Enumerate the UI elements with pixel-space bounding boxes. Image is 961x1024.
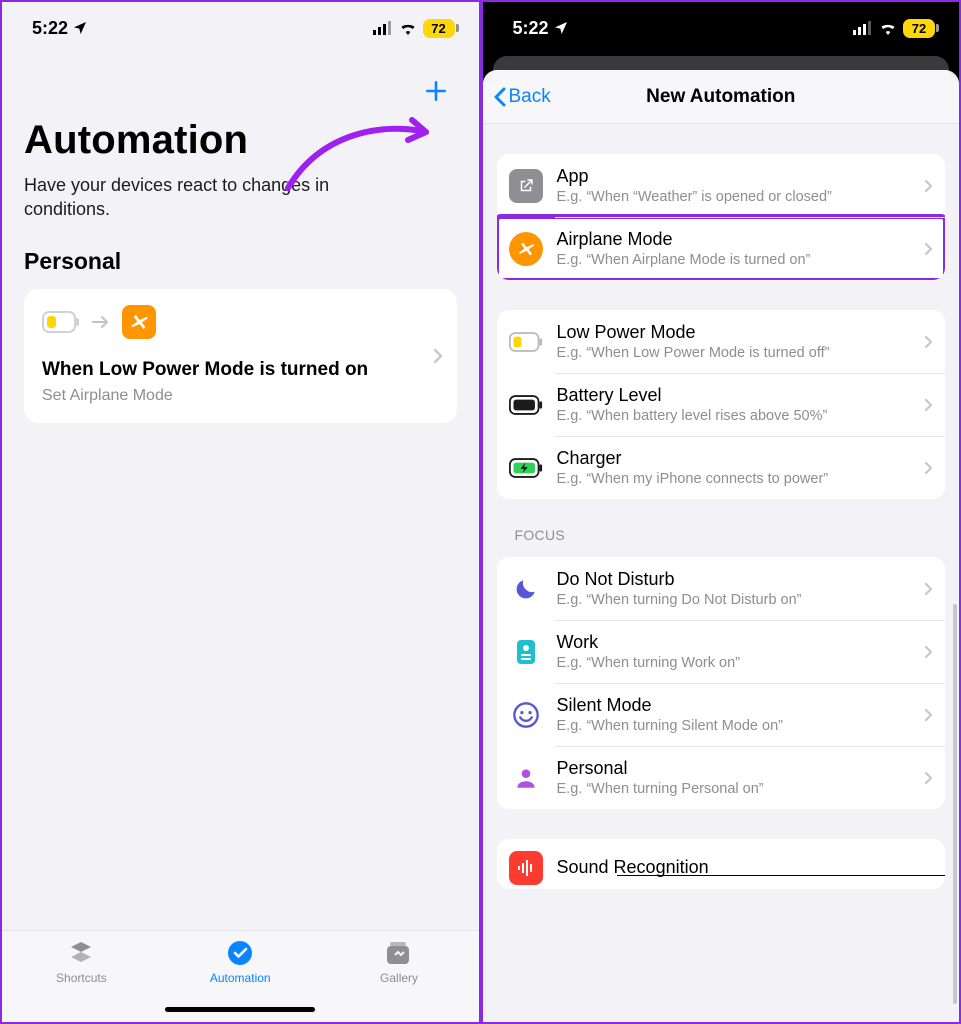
page-title: Automation	[24, 118, 457, 163]
row-subtitle: E.g. “When turning Work on”	[557, 655, 919, 671]
automation-icon	[225, 939, 255, 967]
status-time: 5:22	[32, 18, 68, 39]
sound-icon	[509, 851, 543, 885]
badge-icon	[509, 635, 543, 669]
row-subtitle: E.g. “When turning Silent Mode on”	[557, 718, 919, 734]
smile-icon	[509, 698, 543, 732]
automation-card[interactable]: When Low Power Mode is turned on Set Air…	[24, 289, 457, 423]
row-title: Silent Mode	[557, 695, 919, 716]
row-personal[interactable]: Personal E.g. “When turning Personal on”	[497, 746, 946, 809]
sheet-background-card	[483, 56, 960, 70]
row-dnd[interactable]: Do Not Disturb E.g. “When turning Do Not…	[497, 557, 946, 620]
chevron-right-icon	[924, 335, 933, 349]
section-header-focus: FOCUS	[515, 527, 942, 543]
new-automation-sheet: Back New Automation App E.g. “When “Weat…	[483, 70, 960, 1022]
shortcuts-icon	[66, 939, 96, 967]
row-title: Low Power Mode	[557, 322, 919, 343]
nav-bar: Back New Automation	[483, 70, 960, 124]
screenshot-right: 5:22 72 Back New Automation	[483, 2, 960, 1022]
gallery-icon	[384, 939, 414, 967]
app-icon	[509, 169, 543, 203]
chevron-right-icon	[924, 582, 933, 596]
chevron-right-icon	[924, 708, 933, 722]
status-time: 5:22	[513, 18, 549, 39]
airplane-icon	[122, 305, 156, 339]
wifi-icon	[878, 21, 898, 35]
row-subtitle: E.g. “When “Weather” is opened or closed…	[557, 189, 919, 205]
tab-label: Shortcuts	[56, 971, 107, 985]
chevron-right-icon	[924, 398, 933, 412]
wifi-icon	[398, 21, 418, 35]
row-title: Work	[557, 632, 919, 653]
battery-level-icon	[509, 388, 543, 422]
group-battery: Low Power Mode E.g. “When Low Power Mode…	[497, 310, 946, 499]
location-icon	[72, 20, 88, 36]
status-bar: 5:22 72	[2, 2, 479, 56]
row-work[interactable]: Work E.g. “When turning Work on”	[497, 620, 946, 683]
tab-label: Gallery	[380, 971, 418, 985]
chevron-right-icon	[924, 179, 933, 193]
tab-automation[interactable]: Automation	[180, 939, 300, 985]
tab-label: Automation	[210, 971, 271, 985]
cellular-icon	[373, 21, 393, 35]
automation-card-title: When Low Power Mode is turned on	[42, 359, 441, 381]
row-title: Personal	[557, 758, 919, 779]
automation-card-subtitle: Set Airplane Mode	[42, 387, 441, 405]
row-charger[interactable]: Charger E.g. “When my iPhone connects to…	[497, 436, 946, 499]
low-power-icon	[42, 311, 80, 333]
charger-icon	[509, 451, 543, 485]
group-apps: App E.g. “When “Weather” is opened or cl…	[497, 154, 946, 280]
row-subtitle: E.g. “When Airplane Mode is turned on”	[557, 252, 919, 268]
nav-title: New Automation	[646, 86, 795, 108]
row-silent-mode[interactable]: Silent Mode E.g. “When turning Silent Mo…	[497, 683, 946, 746]
tab-gallery[interactable]: Gallery	[339, 939, 459, 985]
row-title: App	[557, 166, 919, 187]
low-power-icon	[509, 325, 543, 359]
location-icon	[553, 20, 569, 36]
home-indicator[interactable]	[165, 1007, 315, 1012]
status-bar: 5:22 72	[483, 2, 960, 56]
row-subtitle: E.g. “When battery level rises above 50%…	[557, 408, 919, 424]
row-title: Do Not Disturb	[557, 569, 919, 590]
row-title: Charger	[557, 448, 919, 469]
row-title: Sound Recognition	[557, 857, 934, 878]
row-airplane-mode[interactable]: Airplane Mode E.g. “When Airplane Mode i…	[497, 217, 946, 280]
row-low-power[interactable]: Low Power Mode E.g. “When Low Power Mode…	[497, 310, 946, 373]
tab-shortcuts[interactable]: Shortcuts	[21, 939, 141, 985]
page-subtitle: Have your devices react to changes in co…	[24, 173, 414, 222]
back-label: Back	[509, 86, 551, 108]
section-header-personal: Personal	[24, 248, 457, 275]
chevron-right-icon	[433, 348, 443, 364]
group-sound: Sound Recognition	[497, 839, 946, 889]
moon-icon	[509, 572, 543, 606]
trigger-list[interactable]: App E.g. “When “Weather” is opened or cl…	[483, 124, 960, 1022]
battery-indicator: 72	[903, 19, 935, 38]
row-sound-recognition[interactable]: Sound Recognition	[497, 839, 946, 889]
back-button[interactable]: Back	[493, 86, 551, 108]
tab-bar: Shortcuts Automation Gallery	[2, 930, 479, 1022]
chevron-right-icon	[924, 461, 933, 475]
battery-indicator: 72	[423, 19, 455, 38]
row-subtitle: E.g. “When Low Power Mode is turned off”	[557, 345, 919, 361]
screenshot-left: 5:22 72 Automation Have your devices	[2, 2, 483, 1022]
row-subtitle: E.g. “When my iPhone connects to power”	[557, 471, 919, 487]
add-button[interactable]	[423, 78, 449, 104]
row-subtitle: E.g. “When turning Personal on”	[557, 781, 919, 797]
group-focus: Do Not Disturb E.g. “When turning Do Not…	[497, 557, 946, 809]
row-title: Battery Level	[557, 385, 919, 406]
row-app[interactable]: App E.g. “When “Weather” is opened or cl…	[497, 154, 946, 217]
chevron-right-icon	[924, 645, 933, 659]
airplane-icon	[509, 232, 543, 266]
row-title: Airplane Mode	[557, 229, 919, 250]
arrow-right-icon	[92, 315, 110, 329]
cellular-icon	[853, 21, 873, 35]
chevron-right-icon	[924, 771, 933, 785]
row-battery-level[interactable]: Battery Level E.g. “When battery level r…	[497, 373, 946, 436]
person-icon	[509, 761, 543, 795]
scrollbar[interactable]	[953, 604, 957, 1004]
row-subtitle: E.g. “When turning Do Not Disturb on”	[557, 592, 919, 608]
chevron-right-icon	[924, 242, 933, 256]
